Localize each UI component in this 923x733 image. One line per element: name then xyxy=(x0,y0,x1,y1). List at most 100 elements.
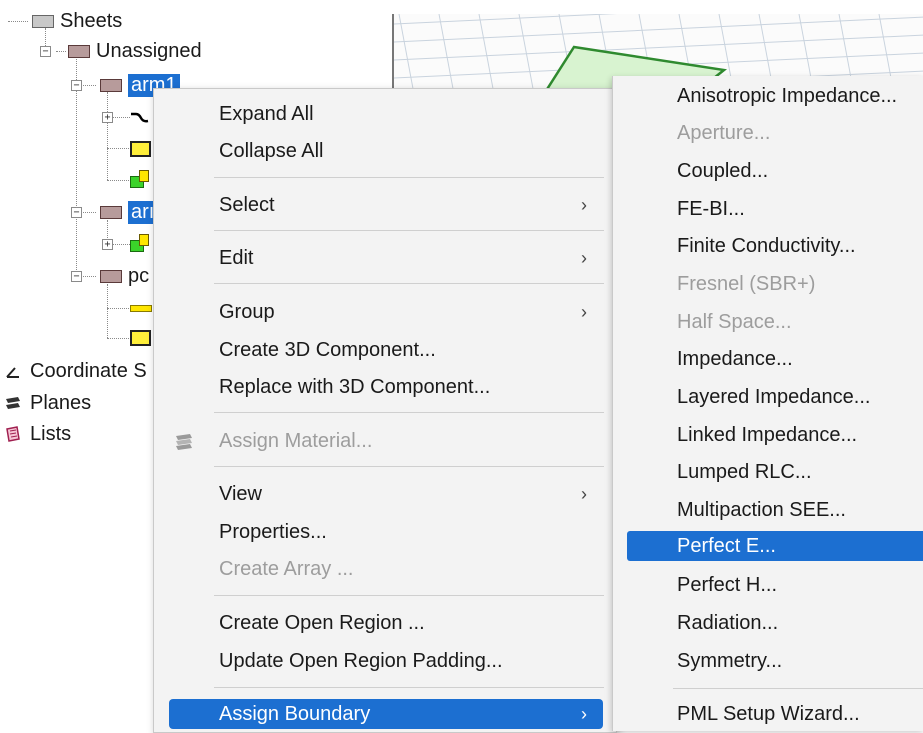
tree-item-pc[interactable]: pc xyxy=(100,263,149,289)
tree-connector xyxy=(80,85,96,86)
tree-connector xyxy=(80,276,96,277)
tree-item-curve[interactable] xyxy=(130,104,154,130)
expand-toggle[interactable]: + xyxy=(102,239,113,250)
tree-item-planes[interactable]: Planes xyxy=(4,390,91,416)
submenu-item-anisotropic-impedance[interactable]: Anisotropic Impedance... xyxy=(627,79,923,113)
menu-item-label: Create 3D Component... xyxy=(219,338,436,361)
expand-toggle[interactable]: − xyxy=(71,207,82,218)
submenu-item-label: FE-BI... xyxy=(677,197,745,220)
expand-toggle[interactable]: + xyxy=(102,112,113,123)
tree-item-port[interactable] xyxy=(130,166,150,192)
submenu-item-fresnel-sbr[interactable]: Fresnel (SBR+) xyxy=(627,267,923,301)
menu-item-label: Properties... xyxy=(219,520,327,543)
tree-label-lists: Lists xyxy=(30,422,72,445)
submenu-item-label: Linked Impedance... xyxy=(677,423,858,446)
menu-item-expand-all[interactable]: Expand All xyxy=(169,97,603,131)
menu-item-label: Create Array ... xyxy=(219,557,354,580)
submenu-item-coupled[interactable]: Coupled... xyxy=(627,154,923,188)
tree-label-pc: pc xyxy=(128,264,150,287)
submenu-item-pml-setup-wizard[interactable]: PML Setup Wizard... xyxy=(627,697,923,731)
menu-item-label: Expand All xyxy=(219,102,314,125)
submenu-item-radiation[interactable]: Radiation... xyxy=(627,606,923,640)
menu-item-select[interactable]: Select › xyxy=(169,188,603,222)
tree-connector xyxy=(107,180,129,181)
tree-item-coordinate-systems[interactable]: Coordinate S xyxy=(4,358,147,384)
assign-boundary-submenu: Anisotropic Impedance... Aperture... Cou… xyxy=(612,76,923,731)
menu-item-assign-material[interactable]: Assign Material... xyxy=(169,424,603,458)
port-icon xyxy=(130,234,150,252)
tree-item-port[interactable] xyxy=(130,230,150,256)
tree-connector xyxy=(8,20,28,22)
menu-item-create-open-region[interactable]: Create Open Region ... xyxy=(169,606,603,640)
tree-item-sheets[interactable]: Sheets xyxy=(8,8,122,34)
submenu-item-label: Fresnel (SBR+) xyxy=(677,272,816,295)
submenu-item-label: PML Setup Wizard... xyxy=(677,702,860,725)
submenu-separator xyxy=(673,688,923,689)
menu-item-edit[interactable]: Edit › xyxy=(169,241,603,275)
line-icon xyxy=(130,304,152,312)
menu-item-create-array[interactable]: Create Array ... xyxy=(169,552,603,586)
planes-icon xyxy=(6,397,20,409)
tree-item-face[interactable] xyxy=(130,325,151,351)
tree-connector xyxy=(56,50,66,52)
menu-separator xyxy=(214,466,604,467)
menu-item-replace-with-3d-component[interactable]: Replace with 3D Component... xyxy=(169,370,603,404)
sheet-folder-icon xyxy=(32,14,54,28)
submenu-item-label: Symmetry... xyxy=(677,649,783,672)
sheet-icon xyxy=(100,78,122,92)
tree-item-arm2[interactable]: arı xyxy=(100,199,158,225)
expand-toggle[interactable]: − xyxy=(71,80,82,91)
menu-item-collapse-all[interactable]: Collapse All xyxy=(169,134,603,168)
menu-item-assign-boundary[interactable]: Assign Boundary › xyxy=(169,699,603,729)
submenu-item-perfect-e[interactable]: Perfect E... xyxy=(627,531,923,561)
menu-item-label: View xyxy=(219,482,262,505)
tree-connector xyxy=(107,92,108,180)
chevron-right-icon: › xyxy=(581,483,587,504)
chevron-right-icon: › xyxy=(581,194,587,215)
tree-item-line[interactable] xyxy=(130,295,152,321)
submenu-item-multipaction-see[interactable]: Multipaction SEE... xyxy=(627,493,923,527)
submenu-item-layered-impedance[interactable]: Layered Impedance... xyxy=(627,380,923,414)
submenu-item-label: Half Space... xyxy=(677,310,792,333)
menu-item-update-open-region-padding[interactable]: Update Open Region Padding... xyxy=(169,644,603,678)
tree-label-unassigned: Unassigned xyxy=(96,39,202,62)
submenu-item-half-space[interactable]: Half Space... xyxy=(627,305,923,339)
tree-item-lists[interactable]: Lists xyxy=(4,421,71,447)
context-menu: Expand All Collapse All Select › Edit › … xyxy=(153,88,617,733)
submenu-item-finite-conductivity[interactable]: Finite Conductivity... xyxy=(627,229,923,263)
tree-connector xyxy=(112,244,130,245)
expand-toggle[interactable]: − xyxy=(40,46,51,57)
menu-item-view[interactable]: View › xyxy=(169,477,603,511)
submenu-item-label: Impedance... xyxy=(677,347,793,370)
submenu-item-label: Aperture... xyxy=(677,121,771,144)
menu-item-group[interactable]: Group › xyxy=(169,295,603,329)
menu-item-label: Update Open Region Padding... xyxy=(219,649,503,672)
menu-separator xyxy=(214,687,604,688)
submenu-item-fe-bi[interactable]: FE-BI... xyxy=(627,192,923,226)
tree-connector xyxy=(107,308,129,309)
tree-item-face[interactable] xyxy=(130,136,151,162)
material-icon xyxy=(176,434,192,450)
submenu-item-symmetry[interactable]: Symmetry... xyxy=(627,644,923,678)
tree-item-unassigned[interactable]: Unassigned xyxy=(56,38,202,64)
submenu-item-label: Layered Impedance... xyxy=(677,385,871,408)
sheet-icon xyxy=(68,44,90,58)
tree-connector xyxy=(107,338,129,339)
submenu-item-label: Perfect E... xyxy=(677,534,776,557)
menu-item-properties[interactable]: Properties... xyxy=(169,515,603,549)
menu-item-label: Select xyxy=(219,193,275,216)
menu-item-label: Assign Boundary xyxy=(219,702,371,725)
submenu-item-aperture[interactable]: Aperture... xyxy=(627,116,923,150)
menu-separator xyxy=(214,412,604,413)
submenu-item-label: Coupled... xyxy=(677,159,769,182)
submenu-item-perfect-h[interactable]: Perfect H... xyxy=(627,568,923,602)
expand-toggle[interactable]: − xyxy=(71,271,82,282)
submenu-item-linked-impedance[interactable]: Linked Impedance... xyxy=(627,418,923,452)
submenu-item-label: Anisotropic Impedance... xyxy=(677,84,898,107)
submenu-item-lumped-rlc[interactable]: Lumped RLC... xyxy=(627,455,923,489)
submenu-item-label: Radiation... xyxy=(677,611,779,634)
menu-item-create-3d-component[interactable]: Create 3D Component... xyxy=(169,333,603,367)
chevron-right-icon: › xyxy=(581,703,587,724)
submenu-item-impedance[interactable]: Impedance... xyxy=(627,342,923,376)
coordinate-system-icon xyxy=(6,367,19,378)
